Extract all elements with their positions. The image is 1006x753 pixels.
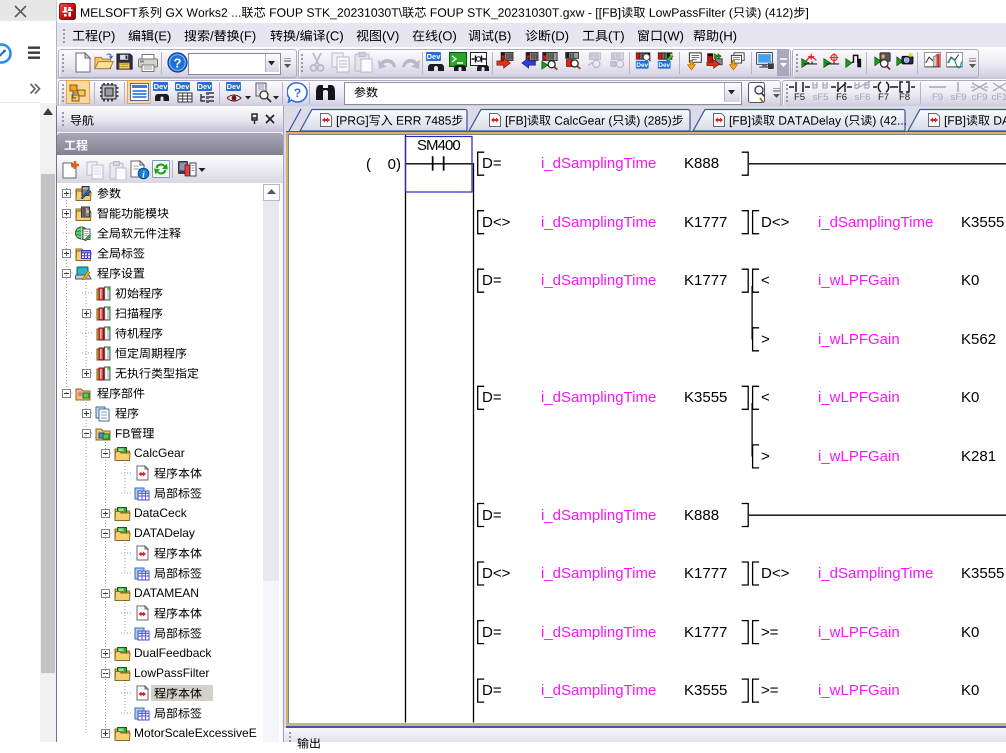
svg-text:Dev: Dev <box>636 62 648 69</box>
svg-text:?: ? <box>294 86 301 100</box>
svg-text:Dev: Dev <box>227 82 242 91</box>
svg-text:Dev: Dev <box>658 62 670 69</box>
svg-text:Dev: Dev <box>154 82 169 91</box>
svg-text:Dev: Dev <box>427 52 442 61</box>
svg-text:Dev: Dev <box>198 82 213 91</box>
svg-text:Dev: Dev <box>176 82 191 91</box>
svg-text:?: ? <box>174 56 182 71</box>
